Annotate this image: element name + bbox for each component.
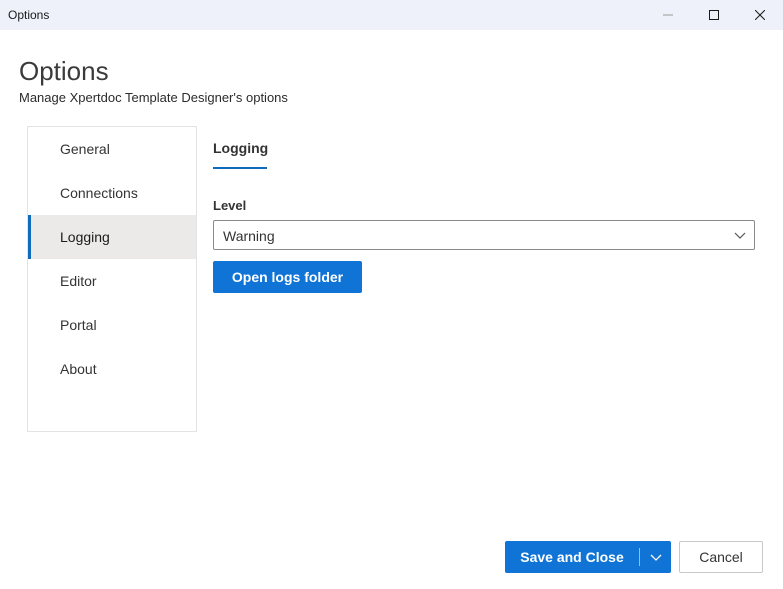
close-button[interactable] [737, 0, 783, 30]
sidebar-item-about[interactable]: About [28, 347, 196, 391]
level-select-value: Warning [223, 228, 275, 244]
maximize-button[interactable] [691, 0, 737, 30]
window-title: Options [8, 8, 50, 22]
sidebar-item-general[interactable]: General [28, 127, 196, 171]
options-window: Options Options Manage Xpertdoc Template… [0, 0, 783, 589]
sidebar-item-label: About [60, 361, 97, 377]
maximize-icon [709, 10, 719, 20]
sidebar-item-connections[interactable]: Connections [28, 171, 196, 215]
minimize-icon [663, 14, 673, 16]
sidebar-item-logging[interactable]: Logging [28, 215, 196, 259]
sidebar-item-label: Portal [60, 317, 97, 333]
sidebar: General Connections Logging Editor Porta… [27, 126, 197, 432]
save-options-dropdown-button[interactable] [640, 541, 671, 573]
sidebar-item-label: General [60, 141, 110, 157]
open-logs-folder-button[interactable]: Open logs folder [213, 261, 362, 293]
title-bar: Options [0, 0, 783, 30]
tab-underline [213, 167, 267, 169]
sidebar-item-portal[interactable]: Portal [28, 303, 196, 347]
close-icon [755, 10, 765, 20]
sidebar-item-label: Connections [60, 185, 138, 201]
sidebar-item-label: Editor [60, 273, 97, 289]
save-and-close-split-button: Save and Close [505, 541, 671, 573]
sidebar-item-label: Logging [60, 229, 110, 245]
chevron-down-icon [734, 232, 746, 239]
level-label: Level [213, 198, 247, 213]
page-subtitle: Manage Xpertdoc Template Designer's opti… [19, 90, 288, 105]
minimize-button[interactable] [645, 0, 691, 30]
sidebar-item-editor[interactable]: Editor [28, 259, 196, 303]
chevron-down-icon [650, 554, 661, 561]
page-title: Options [19, 56, 109, 86]
tab-logging[interactable]: Logging [213, 140, 268, 156]
save-and-close-button[interactable]: Save and Close [505, 541, 639, 573]
cancel-button[interactable]: Cancel [679, 541, 763, 573]
level-select[interactable]: Warning [213, 220, 755, 250]
